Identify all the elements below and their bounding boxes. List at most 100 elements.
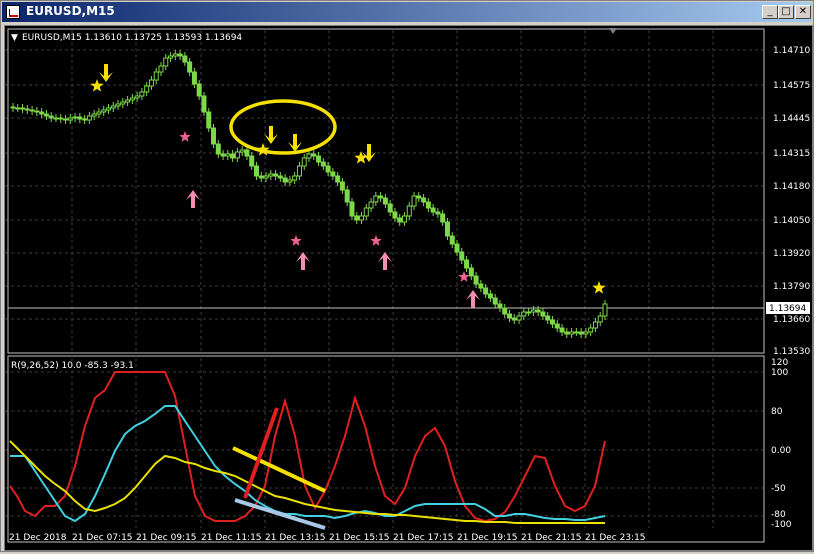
arrow-down-icon xyxy=(288,134,302,152)
candle-body xyxy=(497,303,503,309)
candle-body xyxy=(67,117,73,121)
candle-body xyxy=(521,311,527,317)
candle-body xyxy=(43,113,49,117)
candle-body xyxy=(363,207,369,217)
price-label: 1.13920 xyxy=(773,249,810,259)
candle-body xyxy=(82,118,88,121)
candle-body xyxy=(549,319,555,325)
candle-body xyxy=(516,315,522,321)
star-icon xyxy=(370,235,382,246)
candle-body xyxy=(115,103,121,107)
candle-body xyxy=(196,83,202,97)
title-bar[interactable]: EURUSD,M15 _ □ ✕ xyxy=(2,2,812,22)
candle-body xyxy=(440,213,446,223)
star-icon xyxy=(179,131,191,142)
candle-body xyxy=(249,155,255,167)
arrow-up-icon xyxy=(186,190,200,208)
candle-body xyxy=(277,175,283,179)
candle-body xyxy=(287,179,293,183)
candle-body xyxy=(373,195,379,203)
candle-body xyxy=(349,201,355,217)
time-label: 21 Dec 17:15 xyxy=(393,533,454,543)
candle-body xyxy=(483,287,489,295)
indicator-level: 80 xyxy=(771,407,783,417)
candle-body xyxy=(507,313,513,319)
candle-body xyxy=(583,331,589,335)
candle-body xyxy=(144,85,150,93)
star-icon xyxy=(290,235,302,246)
candle-body xyxy=(545,315,551,321)
time-label: 21 Dec 11:15 xyxy=(201,533,262,543)
candle-body xyxy=(211,127,217,145)
candle-body xyxy=(105,107,111,111)
price-label: 1.13660 xyxy=(773,315,810,325)
candle-body xyxy=(263,175,269,179)
candle-body xyxy=(282,177,288,183)
chart-svg[interactable]: ▼ EURUSD,M15 1.13610 1.13725 1.13593 1.1… xyxy=(5,26,812,550)
candle-body xyxy=(234,151,240,159)
maximize-button[interactable]: □ xyxy=(778,5,794,19)
candle-body xyxy=(425,201,431,209)
candle-body xyxy=(316,155,322,163)
close-button[interactable]: ✕ xyxy=(795,5,811,19)
candle-body xyxy=(158,65,164,73)
time-label: 21 Dec 09:15 xyxy=(136,533,197,543)
candle-body xyxy=(592,321,598,329)
candle-body xyxy=(53,117,59,120)
candle-body xyxy=(58,117,64,120)
candle-body xyxy=(244,149,250,157)
candle-body xyxy=(29,109,35,112)
price-label: 1.14315 xyxy=(773,149,810,159)
candle-body xyxy=(48,115,54,119)
candle-body xyxy=(311,153,317,157)
chart-header-triangle: ▼ xyxy=(11,33,18,43)
candle-body xyxy=(444,221,450,237)
candle-body xyxy=(10,106,16,109)
time-label: 21 Dec 2018 xyxy=(9,533,67,543)
candle-body xyxy=(301,157,307,167)
arrow-up-icon xyxy=(378,252,392,270)
candle-body xyxy=(421,197,427,203)
chart-header: EURUSD,M15 1.13610 1.13725 1.13593 1.136… xyxy=(22,33,242,43)
arrow-down-icon xyxy=(99,64,113,82)
candle-body xyxy=(578,331,584,335)
star-icon xyxy=(90,79,104,92)
indicator-level: -50 xyxy=(771,484,786,494)
candle-body xyxy=(411,195,417,207)
candle-body xyxy=(359,215,365,221)
candle-body xyxy=(378,195,384,199)
time-label: 21 Dec 07:15 xyxy=(72,533,133,543)
indicator-axis: 120 100 80 0.00 -50 -80 -100 xyxy=(771,358,792,530)
star-icon xyxy=(592,281,606,294)
candle-body xyxy=(459,251,465,261)
candle-body xyxy=(86,115,92,121)
candle-body xyxy=(464,259,470,269)
candle-body xyxy=(268,173,274,177)
candle-body xyxy=(397,217,403,223)
candle-body xyxy=(201,95,207,113)
candle-body xyxy=(325,165,331,173)
candle-body xyxy=(91,113,97,117)
price-label: 1.14050 xyxy=(773,216,810,226)
candle-body xyxy=(597,315,603,323)
candle-body xyxy=(468,267,474,277)
chart-shift-marker[interactable] xyxy=(609,28,617,34)
current-price-label: 1.13694 xyxy=(769,304,806,314)
candle-body xyxy=(153,71,159,81)
chart-area[interactable]: ▼ EURUSD,M15 1.13610 1.13725 1.13593 1.1… xyxy=(4,25,813,551)
candle-body xyxy=(320,161,326,167)
window-title: EURUSD,M15 xyxy=(26,4,115,18)
price-label: 1.13530 xyxy=(773,347,810,357)
candle-body xyxy=(392,211,398,219)
candle-body xyxy=(182,55,188,63)
candle-body xyxy=(96,111,102,115)
chart-window-icon xyxy=(6,5,20,19)
minimize-button[interactable]: _ xyxy=(762,5,778,19)
indicator-level: 100 xyxy=(771,368,788,378)
candlestick-series xyxy=(10,50,608,338)
candle-body xyxy=(382,197,388,205)
candle-body xyxy=(330,171,336,177)
candle-body xyxy=(134,95,140,99)
candle-body xyxy=(339,181,345,191)
time-label: 21 Dec 19:15 xyxy=(457,533,518,543)
